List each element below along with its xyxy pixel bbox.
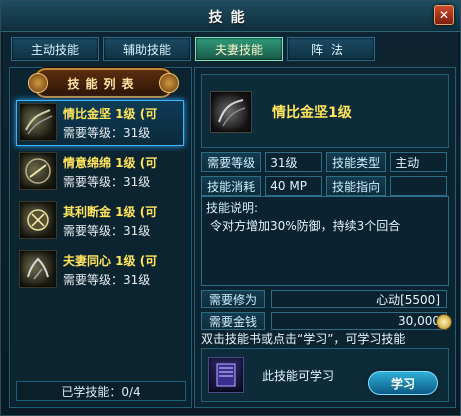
skill-large-icon [210,91,252,133]
skill-window: 技能 ✕ 主动技能 辅助技能 夫妻技能 阵法 技能列表 情比金坚 1级 (可 需… [0,0,461,416]
skill-level: 需要等级：31级 [63,126,151,140]
skill-stats: 需要等级 31级 技能类型 主动 技能消耗 40 MP 技能指向 [201,152,447,200]
tab-bar: 主动技能 辅助技能 夫妻技能 阵法 [11,37,375,61]
window-title: 技能 [208,10,253,26]
learn-hint: 双击技能书或点击“学习”，可学习技能 [201,332,406,346]
money-amount: 30,000 [398,314,440,328]
skill-target-value [390,176,447,196]
skill-item[interactable]: 情意绵绵 1级 (可 需要等级：31级 [16,149,184,195]
skill-item[interactable]: 情比金坚 1级 (可 需要等级：31级 [16,100,184,146]
tab-couple-skills[interactable]: 夫妻技能 [195,37,283,61]
can-learn-text: 此技能可学习 [262,369,335,383]
skill-name: 夫妻同心 1级 (可 [63,254,158,268]
ornament-right-icon [159,73,179,93]
skill-target-label: 技能指向 [326,176,387,196]
close-button[interactable]: ✕ [434,5,454,25]
skill-heart-icon [19,250,57,288]
skill-header: 情比金坚1级 [201,74,449,148]
required-level-value: 31级 [265,152,322,172]
skill-type-label: 技能类型 [326,152,387,172]
required-bond-value: 心动[5500] [271,290,447,308]
tab-support-skills[interactable]: 辅助技能 [103,37,191,61]
learn-button[interactable]: 学习 [368,371,438,395]
description-label: 技能说明: [206,201,259,215]
required-money-value: 30,000 [271,312,452,330]
title-bar: 技能 ✕ [1,1,460,32]
skill-name: 情比金坚 1级 (可 [63,107,158,121]
coin-icon [436,314,452,330]
skill-unity-icon [19,201,57,239]
required-bond-label: 需要修为 [201,290,265,308]
skill-title: 情比金坚1级 [272,105,352,121]
skill-cost-value: 40 MP [265,176,322,196]
skill-description: 技能说明: 令对方增加30%防御，持续3个回合 [201,196,449,286]
skill-list-title: 技能列表 [28,68,179,98]
skill-item[interactable]: 夫妻同心 1级 (可 需要等级：31级 [16,247,184,293]
required-level-label: 需要等级 [201,152,262,172]
ornament-left-icon [28,73,48,93]
close-icon: ✕ [438,8,450,22]
skill-name: 情意绵绵 1级 (可 [63,156,158,170]
skill-list-title-text: 技能列表 [67,76,140,91]
skill-affection-icon [19,152,57,190]
tab-active-skills[interactable]: 主动技能 [11,37,99,61]
description-text: 令对方增加30%防御，持续3个回合 [210,219,401,233]
skill-type-value: 主动 [390,152,447,172]
required-money-row: 需要金钱 30,000 [201,312,452,330]
skill-detail-panel: 情比金坚1级 需要等级 31级 技能类型 主动 技能消耗 40 MP 技能指向 … [194,67,456,408]
learned-count: 已学技能：0/4 [16,381,186,401]
skill-bond-icon [19,103,57,141]
skill-level: 需要等级：31级 [63,175,151,189]
learn-box: 此技能可学习 学习 [201,348,449,402]
skill-level: 需要等级：31级 [63,273,151,287]
skill-name: 其利断金 1级 (可 [63,205,158,219]
tab-formation[interactable]: 阵法 [287,37,375,61]
skill-item[interactable]: 其利断金 1级 (可 需要等级：31级 [16,198,184,244]
skill-list: 情比金坚 1级 (可 需要等级：31级 情意绵绵 1级 (可 需要等级：31级 … [16,100,184,296]
required-money-label: 需要金钱 [201,312,265,330]
skill-cost-label: 技能消耗 [201,176,262,196]
skill-level: 需要等级：31级 [63,224,151,238]
skill-list-panel: 技能列表 情比金坚 1级 (可 需要等级：31级 情意绵绵 1级 (可 需要等级… [9,67,192,408]
skill-book-icon[interactable] [208,357,244,393]
required-bond-row: 需要修为 心动[5500] [201,290,447,308]
